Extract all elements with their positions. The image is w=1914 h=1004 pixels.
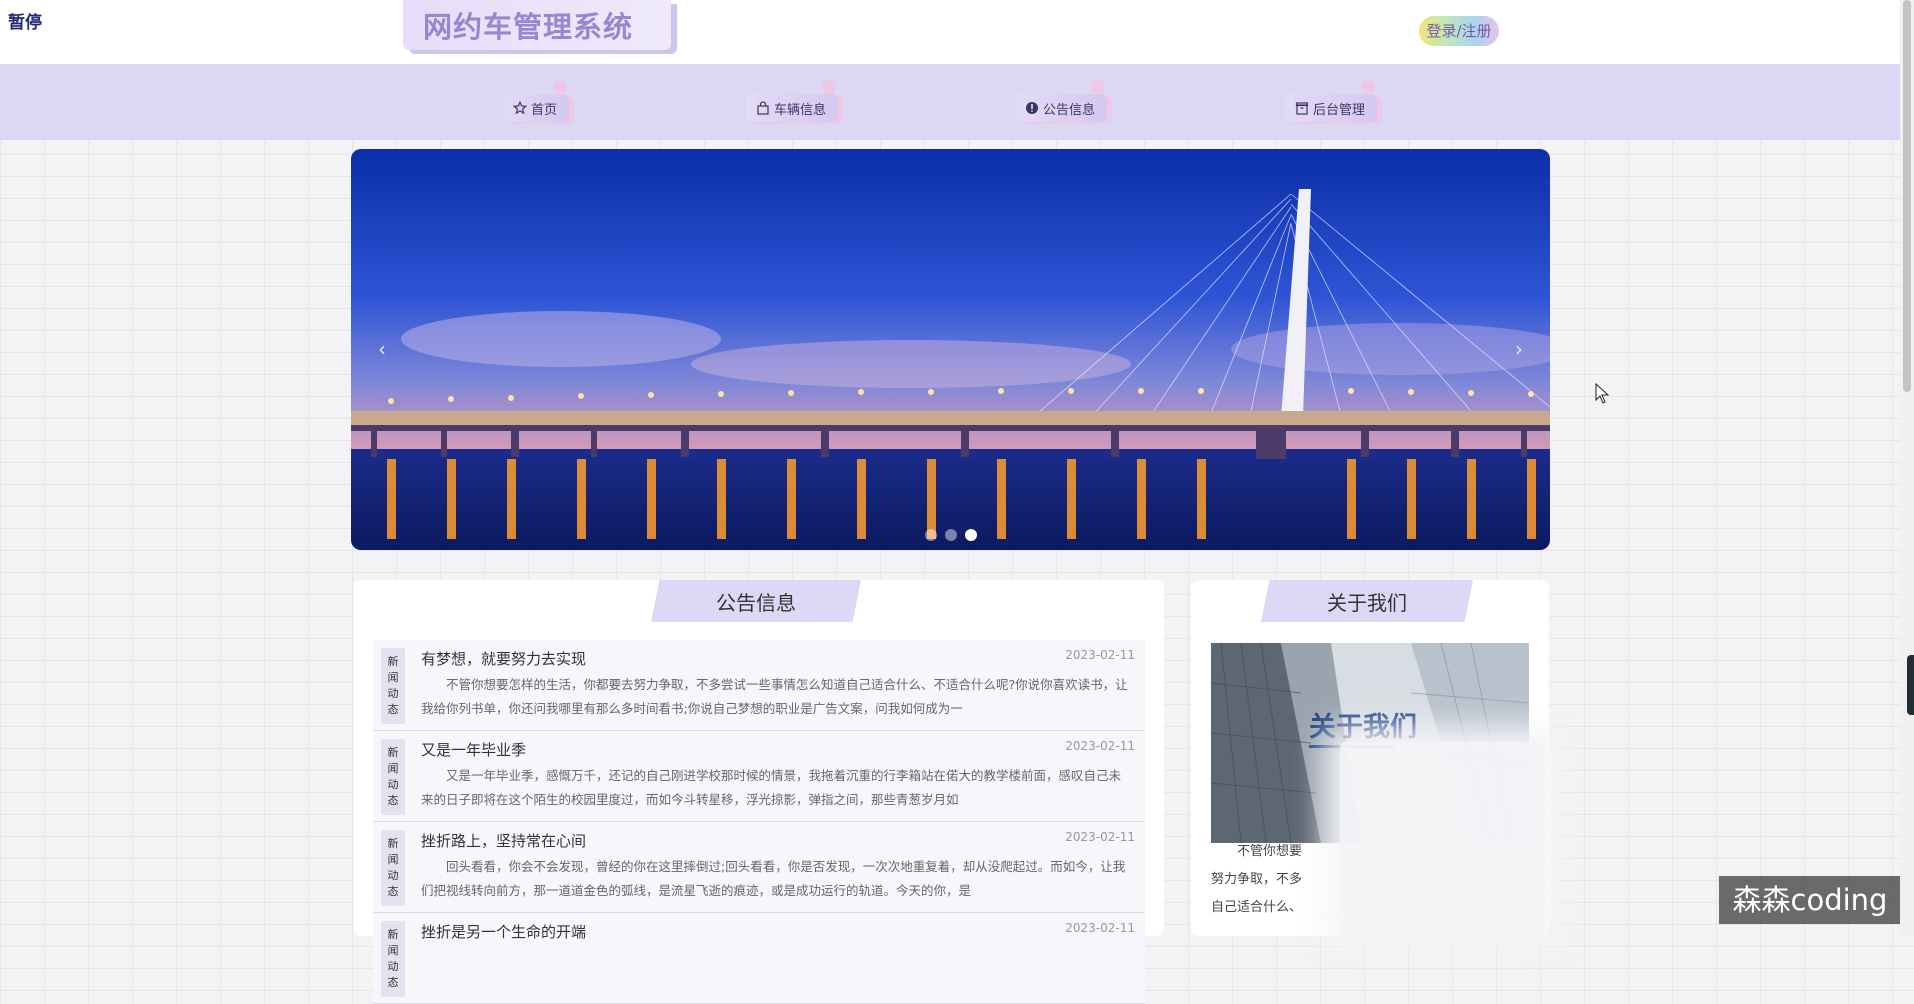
bridge-night-image xyxy=(351,149,1550,550)
news-excerpt: 回头看看，你会不会发现，曾经的你在这里摔倒过;回头看看，你是否发现，一次次地重复… xyxy=(421,859,1126,898)
main-nav: 首页 车辆信息 公告信息 后台管理 xyxy=(0,64,1900,140)
news-date: 2023-02-11 xyxy=(1065,648,1135,662)
banner-carousel[interactable]: ‹ › xyxy=(351,149,1550,550)
top-header: 暂停 网约车管理系统 登录/注册 xyxy=(0,0,1900,64)
news-excerpt: 又是一年毕业季，感慨万千，还记的自己刚进学校那时候的情景，我拖着沉重的行李箱站在… xyxy=(421,768,1122,807)
announcements-panel: 公告信息 新闻动态 有梦想，就要努力去实现 2023-02-11 不管你想要怎样… xyxy=(353,580,1164,1004)
announcements-heading: 公告信息 xyxy=(651,580,861,622)
nav-item-home[interactable]: 首页 xyxy=(503,80,570,122)
nav-item-announcements[interactable]: 公告信息 xyxy=(1015,80,1108,122)
nav-label: 后台管理 xyxy=(1313,102,1366,118)
news-category-tag: 新闻动态 xyxy=(381,739,405,815)
archive-icon xyxy=(1295,101,1309,115)
nav-label: 公告信息 xyxy=(1043,102,1096,118)
mouse-cursor-icon xyxy=(1595,383,1610,404)
news-date: 2023-02-11 xyxy=(1065,830,1135,844)
carousel-dot[interactable] xyxy=(944,529,957,541)
about-image-title: 关于我们 xyxy=(1309,712,1417,743)
news-category-tag: 新闻动态 xyxy=(381,648,405,724)
news-title[interactable]: 挫折是另一个生命的开端 xyxy=(421,921,586,942)
news-item[interactable]: 新闻动态 又是一年毕业季 2023-02-11 又是一年毕业季，感慨万千，还记的… xyxy=(373,731,1145,822)
news-excerpt xyxy=(421,946,1133,994)
news-item[interactable]: 新闻动态 挫折是另一个生命的开端 2023-02-11 xyxy=(373,913,1145,1004)
news-date: 2023-02-11 xyxy=(1065,739,1135,753)
scrollbar-thumb[interactable] xyxy=(1903,0,1911,392)
video-watermark: 森森coding xyxy=(1719,876,1901,924)
news-title[interactable]: 又是一年毕业季 xyxy=(421,739,526,760)
site-title: 网约车管理系统 xyxy=(423,10,634,44)
nav-decoration xyxy=(553,80,568,94)
nav-label: 车辆信息 xyxy=(774,102,827,118)
blurred-region xyxy=(1340,742,1545,936)
nav-item-admin[interactable]: 后台管理 xyxy=(1285,80,1378,122)
nav-item-vehicle-info[interactable]: 车辆信息 xyxy=(746,80,839,122)
nav-label: 首页 xyxy=(531,102,558,118)
news-category-tag: 新闻动态 xyxy=(381,921,405,997)
news-item[interactable]: 新闻动态 有梦想，就要努力去实现 2023-02-11 不管你想要怎样的生活，你… xyxy=(373,640,1145,731)
about-heading: 关于我们 xyxy=(1261,580,1473,622)
carousel-dot[interactable] xyxy=(924,529,937,541)
nav-decoration xyxy=(822,80,837,94)
page-scrollbar[interactable] xyxy=(1900,0,1914,936)
news-date: 2023-02-11 xyxy=(1065,921,1135,935)
login-register-button[interactable]: 登录/注册 xyxy=(1419,16,1499,46)
news-list: 新闻动态 有梦想，就要努力去实现 2023-02-11 不管你想要怎样的生活，你… xyxy=(373,640,1145,1004)
news-item[interactable]: 新闻动态 挫折路上，坚持常在心间 2023-02-11 回头看看，你会不会发现，… xyxy=(373,822,1145,913)
side-float-tab[interactable] xyxy=(1907,655,1914,715)
carousel-next-arrow[interactable]: › xyxy=(1507,337,1531,361)
news-excerpt: 不管你想要怎样的生活，你都要去努力争取，不多尝试一些事情怎么知道自己适合什么、不… xyxy=(421,677,1128,716)
carousel-indicators xyxy=(351,529,1550,541)
carousel-dot-active[interactable] xyxy=(964,529,977,541)
nav-decoration xyxy=(1361,80,1376,94)
news-category-tag: 新闻动态 xyxy=(381,830,405,906)
star-icon xyxy=(513,101,527,115)
info-icon xyxy=(1025,101,1039,115)
brand-block: 网约车管理系统 xyxy=(403,0,671,50)
carousel-prev-arrow[interactable]: ‹ xyxy=(370,337,394,361)
news-title[interactable]: 有梦想，就要努力去实现 xyxy=(421,648,586,669)
nav-decoration xyxy=(1091,80,1106,94)
bag-icon xyxy=(756,101,770,115)
news-title[interactable]: 挫折路上，坚持常在心间 xyxy=(421,830,586,851)
pause-label[interactable]: 暂停 xyxy=(8,8,42,33)
